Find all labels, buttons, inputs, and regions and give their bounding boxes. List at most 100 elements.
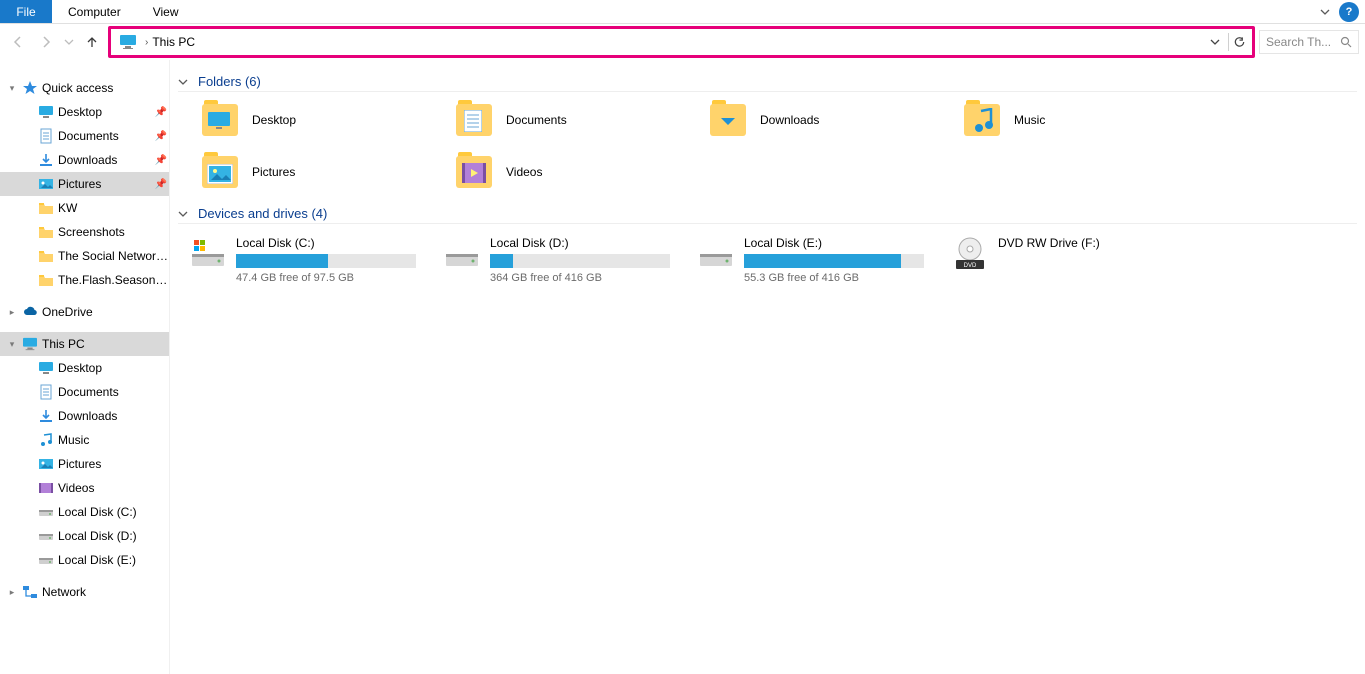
group-header-folders[interactable]: Folders (6) [178, 74, 1357, 92]
tree-label: Local Disk (D:) [58, 529, 169, 543]
videos-icon [38, 480, 54, 496]
ribbon-expand-icon[interactable] [1317, 0, 1333, 23]
this-pc-icon [119, 33, 137, 51]
this-pc-icon [22, 336, 38, 352]
drive-item[interactable]: Local Disk (E:) 55.3 GB free of 416 GB [698, 236, 952, 284]
recent-locations-button[interactable] [62, 30, 76, 54]
tree-label: OneDrive [42, 305, 169, 319]
back-button[interactable] [6, 30, 30, 54]
drive-sublabel: 55.3 GB free of 416 GB [744, 272, 952, 284]
tree-label: Music [58, 433, 169, 447]
tree-item[interactable]: Videos [0, 476, 169, 500]
help-icon[interactable]: ? [1339, 2, 1359, 22]
drive-icon [38, 552, 54, 568]
tree-onedrive[interactable]: ▸ OneDrive [0, 300, 169, 324]
tree-item[interactable]: Screenshots [0, 220, 169, 244]
folder-item[interactable]: Pictures [202, 156, 456, 188]
downloads-icon [38, 408, 54, 424]
drive-icon [444, 236, 480, 272]
drive-usage-bar [744, 254, 924, 268]
chevron-right-icon: ▸ [6, 587, 18, 598]
folder-item[interactable]: Documents [456, 104, 710, 136]
folder-label: Desktop [252, 113, 296, 127]
tree-item[interactable]: Local Disk (D:) [0, 524, 169, 548]
drive-label: Local Disk (C:) [236, 236, 444, 250]
folder-item[interactable]: Music [964, 104, 1218, 136]
folder-label: Documents [506, 113, 567, 127]
network-icon [22, 584, 38, 600]
group-title: Folders (6) [198, 74, 261, 89]
tree-label: KW [58, 201, 169, 215]
documents-icon [38, 128, 54, 144]
tree-label: Pictures [58, 177, 149, 191]
folder-icon [38, 272, 54, 288]
windrive-icon [190, 236, 226, 272]
tree-item[interactable]: Local Disk (E:) [0, 548, 169, 572]
file-tab[interactable]: File [0, 0, 52, 23]
pin-icon: 📌 [153, 107, 169, 118]
folder-item[interactable]: Downloads [710, 104, 964, 136]
tree-item[interactable]: Pictures📌 [0, 172, 169, 196]
tree-network[interactable]: ▸ Network [0, 580, 169, 604]
tree-item[interactable]: Desktop📌 [0, 100, 169, 124]
tree-item[interactable]: Documents📌 [0, 124, 169, 148]
tree-item[interactable]: Downloads [0, 404, 169, 428]
desktop-icon [38, 360, 54, 376]
tree-label: Documents [58, 129, 149, 143]
tree-item[interactable]: The Social Network (2 [0, 244, 169, 268]
tree-label: Quick access [42, 81, 169, 95]
drive-label: Local Disk (D:) [490, 236, 698, 250]
drive-icon [38, 504, 54, 520]
star-icon [22, 80, 38, 96]
folder-icon [38, 224, 54, 240]
tree-item[interactable]: Music [0, 428, 169, 452]
tree-quick-access[interactable]: ▾ Quick access [0, 76, 169, 100]
folder-item[interactable]: Desktop [202, 104, 456, 136]
address-location: This PC [152, 35, 1206, 49]
group-title: Devices and drives (4) [198, 206, 327, 221]
tree-item[interactable]: Downloads 📌 [0, 148, 169, 172]
folder-icon [38, 200, 54, 216]
tree-label: Network [42, 585, 169, 599]
up-button[interactable] [80, 30, 104, 54]
tree-item[interactable]: Pictures [0, 452, 169, 476]
address-history-button[interactable] [1206, 33, 1224, 51]
drive-item[interactable]: DVDDVD RW Drive (F:) [952, 236, 1206, 284]
address-bar[interactable]: › This PC [108, 26, 1255, 58]
nav-tree: ▾ Quick access Desktop📌Documents📌Downloa… [0, 60, 170, 674]
folder-item[interactable]: Videos [456, 156, 710, 188]
tree-label: Screenshots [58, 225, 169, 239]
tree-item[interactable]: Documents [0, 380, 169, 404]
pin-icon: 📌 [153, 155, 169, 166]
refresh-button[interactable] [1228, 33, 1246, 51]
ribbon-tab-computer[interactable]: Computer [52, 0, 137, 23]
tree-item[interactable]: The.Flash.Season.2.72 [0, 268, 169, 292]
drive-usage-bar [236, 254, 416, 268]
tree-item[interactable]: KW [0, 196, 169, 220]
ribbon-tab-view[interactable]: View [137, 0, 195, 23]
tree-label: Videos [58, 481, 169, 495]
dvd-icon: DVD [952, 236, 988, 272]
tree-item[interactable]: Local Disk (C:) [0, 500, 169, 524]
nav-row: › This PC Search Th... [0, 24, 1365, 60]
tree-label: Local Disk (E:) [58, 553, 169, 567]
tree-this-pc[interactable]: ▾ This PC [0, 332, 169, 356]
group-header-drives[interactable]: Devices and drives (4) [178, 206, 1357, 224]
svg-text:DVD: DVD [964, 263, 977, 269]
search-box[interactable]: Search Th... [1259, 30, 1359, 54]
tree-label: Downloads [58, 153, 149, 167]
folder-label: Music [1014, 113, 1045, 127]
chevron-down-icon: ▾ [6, 83, 18, 94]
chevron-down-icon [178, 209, 192, 219]
drive-item[interactable]: Local Disk (C:)47.4 GB free of 97.5 GB [190, 236, 444, 284]
downloads-icon [38, 152, 54, 168]
search-placeholder: Search Th... [1266, 35, 1331, 49]
forward-button[interactable] [34, 30, 58, 54]
tree-label: Downloads [58, 409, 169, 423]
folder-label: Downloads [760, 113, 819, 127]
drive-label: Local Disk (E:) [744, 236, 952, 250]
pictures-icon [38, 176, 54, 192]
drive-item[interactable]: Local Disk (D:)364 GB free of 416 GB [444, 236, 698, 284]
tree-item[interactable]: Desktop [0, 356, 169, 380]
chevron-down-icon [178, 77, 192, 87]
